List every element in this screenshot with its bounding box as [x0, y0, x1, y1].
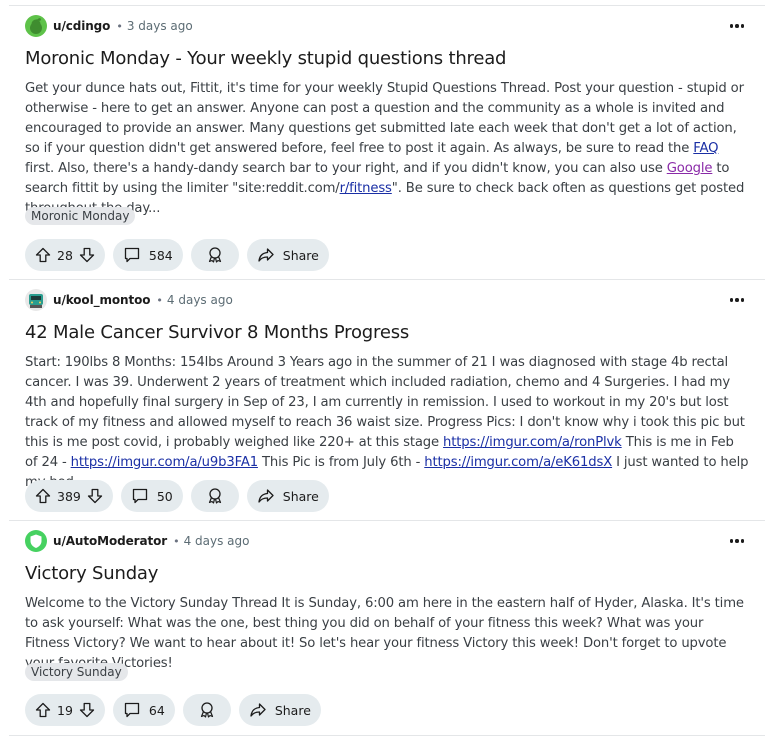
- post-author[interactable]: u/cdingo: [53, 19, 110, 33]
- vote-group: 28: [25, 239, 105, 271]
- more-options-button[interactable]: [724, 290, 750, 310]
- post-card[interactable]: u/kool_montoo • 4 days ago 42 Male Cance…: [25, 287, 750, 517]
- post-flair[interactable]: Victory Sunday: [25, 663, 128, 681]
- post-actions: 28 584 Share: [25, 239, 329, 271]
- post-time: 4 days ago: [183, 534, 250, 548]
- share-icon: [257, 246, 275, 264]
- comments-button[interactable]: 50: [120, 480, 183, 512]
- post-time: 3 days ago: [126, 19, 193, 33]
- comment-count: 64: [148, 702, 165, 718]
- post-author[interactable]: u/kool_montoo: [53, 293, 151, 307]
- downvote-icon[interactable]: [79, 702, 95, 718]
- share-label: Share: [282, 247, 319, 263]
- post-title[interactable]: Victory Sunday: [25, 563, 158, 584]
- post-meta: u/cdingo • 3 days ago: [25, 13, 193, 39]
- award-icon: [198, 701, 216, 719]
- comment-icon: [123, 701, 141, 719]
- share-button[interactable]: Share: [238, 694, 321, 726]
- post-card[interactable]: u/cdingo • 3 days ago Moronic Monday - Y…: [25, 13, 750, 273]
- separator-dot: •: [116, 19, 123, 33]
- share-icon: [249, 701, 267, 719]
- comment-count: 50: [156, 488, 173, 504]
- award-icon: [206, 487, 224, 505]
- comment-count: 584: [148, 247, 173, 263]
- post-title[interactable]: 42 Male Cancer Survivor 8 Months Progres…: [25, 322, 409, 343]
- separator-dot: •: [156, 293, 163, 307]
- divider: [9, 520, 765, 521]
- vote-group: 389: [25, 480, 113, 512]
- post-body: Get your dunce hats out, Fittit, it's ti…: [25, 81, 745, 216]
- comments-button[interactable]: 584: [112, 239, 183, 271]
- post-meta: u/kool_montoo • 4 days ago: [25, 287, 233, 313]
- post-meta: u/AutoModerator • 4 days ago: [25, 528, 249, 554]
- award-button[interactable]: [182, 694, 231, 726]
- share-button[interactable]: Share: [246, 480, 329, 512]
- more-options-button[interactable]: [724, 531, 750, 551]
- share-icon: [257, 487, 275, 505]
- vote-count: 28: [57, 247, 73, 263]
- divider: [9, 5, 765, 6]
- share-button[interactable]: Share: [246, 239, 329, 271]
- post-flair[interactable]: Moronic Monday: [25, 207, 136, 225]
- award-button[interactable]: [190, 480, 239, 512]
- post-body-link[interactable]: https://imgur.com/a/eK61dsX: [424, 455, 612, 470]
- upvote-icon[interactable]: [35, 702, 51, 718]
- divider: [9, 279, 765, 280]
- post-body-link[interactable]: https://imgur.com/a/u9b3FA1: [71, 455, 258, 470]
- post-body-link[interactable]: r/fitness: [340, 181, 392, 196]
- post-body-link[interactable]: https://imgur.com/a/ronPlvk: [443, 435, 622, 450]
- downvote-icon[interactable]: [79, 247, 95, 263]
- comment-icon: [123, 246, 141, 264]
- snoo-avatar-icon[interactable]: [25, 15, 47, 37]
- vote-count: 19: [57, 702, 73, 718]
- upvote-icon[interactable]: [35, 488, 51, 504]
- upvote-icon[interactable]: [35, 247, 51, 263]
- more-options-button[interactable]: [724, 16, 750, 36]
- vote-count: 389: [57, 488, 81, 504]
- post-actions: 19 64 Share: [25, 694, 321, 726]
- vote-group: 19: [25, 694, 105, 726]
- post-title[interactable]: Moronic Monday - Your weekly stupid ques…: [25, 48, 506, 69]
- comments-button[interactable]: 64: [112, 694, 175, 726]
- post-time: 4 days ago: [166, 293, 233, 307]
- share-label: Share: [282, 488, 319, 504]
- truck-avatar-icon[interactable]: [25, 289, 47, 311]
- award-button[interactable]: [190, 239, 239, 271]
- post-body-link[interactable]: FAQ: [693, 141, 718, 156]
- separator-dot: •: [173, 534, 180, 548]
- post-author[interactable]: u/AutoModerator: [53, 534, 167, 548]
- comment-icon: [131, 487, 149, 505]
- post-actions: 389 50 Share: [25, 480, 329, 512]
- post-card[interactable]: u/AutoModerator • 4 days ago Victory Sun…: [25, 528, 750, 738]
- downvote-icon[interactable]: [87, 488, 103, 504]
- post-body: Start: 190lbs 8 Months: 154lbs Around 3 …: [25, 355, 749, 490]
- divider: [9, 735, 765, 736]
- shield-avatar-icon[interactable]: [25, 530, 47, 552]
- post-body: Welcome to the Victory Sunday Thread It …: [25, 596, 744, 671]
- share-label: Share: [274, 702, 311, 718]
- award-icon: [206, 246, 224, 264]
- post-body-link[interactable]: Google: [667, 161, 713, 176]
